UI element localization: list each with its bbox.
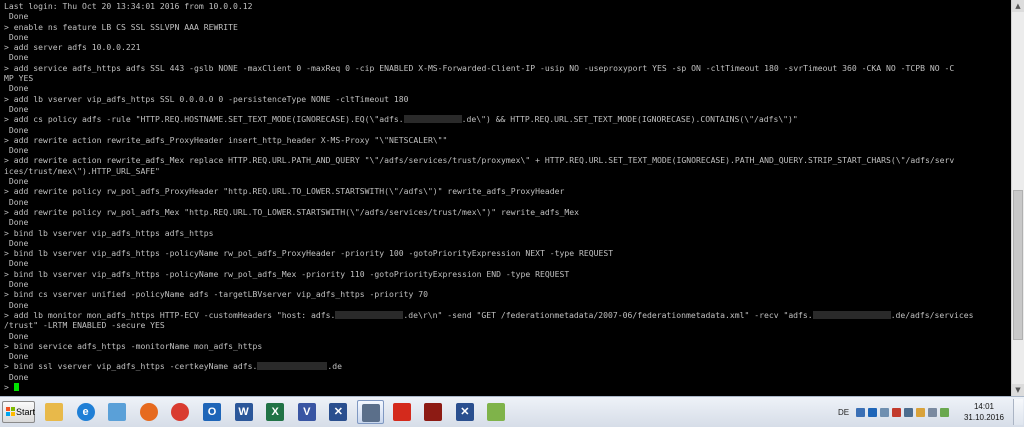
taskbar-button[interactable]: ✕ <box>452 400 479 424</box>
tray-monitor-icon[interactable] <box>880 408 889 417</box>
system-clock[interactable]: 14:01 31.10.2016 <box>960 401 1008 423</box>
redacted-text <box>257 362 328 371</box>
terminal-line: > add rewrite policy rw_pol_adfs_ProxyHe… <box>4 186 565 197</box>
tray-app-icon[interactable] <box>856 408 865 417</box>
excel-icon: X <box>266 403 285 421</box>
terminal-line: Done <box>4 124 29 135</box>
word-icon: W <box>234 403 253 421</box>
chart-tool-icon <box>487 403 506 421</box>
taskbar-button[interactable] <box>483 400 510 424</box>
terminal-line: > bind cs vserver unified -policyName ad… <box>4 289 428 300</box>
internet-explorer-icon: e <box>76 403 95 421</box>
terminal-line: Done <box>4 83 29 94</box>
scrollbar-thumb[interactable] <box>1013 190 1023 340</box>
taskbar-button[interactable] <box>41 400 68 424</box>
terminal-line: Done <box>4 52 29 63</box>
tray-network-icon[interactable] <box>904 408 913 417</box>
terminal-line: Done <box>4 196 29 207</box>
terminal-line: > add rewrite action rewrite_adfs_Mex re… <box>4 155 955 166</box>
input-language-indicator[interactable]: DE <box>838 408 849 417</box>
taskbar-button[interactable] <box>389 400 416 424</box>
terminal-line: > <box>4 382 1011 392</box>
terminal-output: Last login: Thu Oct 20 13:34:01 2016 fro… <box>0 0 1011 392</box>
taskbar-button[interactable]: e <box>73 400 100 424</box>
putty-icon <box>362 404 380 422</box>
terminal-line: > add server adfs 10.0.0.221 <box>4 42 141 53</box>
outlook-icon: O <box>203 403 221 421</box>
terminal-line: Done <box>4 351 29 362</box>
taskbar-button[interactable]: O <box>199 400 226 424</box>
terminal-line: Done <box>4 330 29 341</box>
terminal-line: Done <box>4 258 29 269</box>
terminal-line: Done <box>4 103 29 114</box>
file-explorer-icon <box>45 403 63 421</box>
terminal-line: > add lb vserver vip_adfs_https SSL 0.0.… <box>4 93 409 104</box>
terminal-line: > bind lb vserver vip_adfs_https -policy… <box>4 248 614 259</box>
terminal-line: Done <box>4 145 29 156</box>
visio-icon: V <box>297 403 316 421</box>
terminal-line: Done <box>4 299 29 310</box>
scroll-down-icon[interactable]: ▼ <box>1012 384 1024 396</box>
terminal-line: Done <box>4 11 29 22</box>
citrix-xenapp-icon: ✕ <box>455 403 474 421</box>
terminal-line: > enable ns feature LB CS SSL SSLVPN AAA… <box>4 21 238 32</box>
terminal-line: Done <box>4 237 29 248</box>
redacted-text <box>335 310 404 319</box>
start-button[interactable]: Start <box>2 401 35 423</box>
terminal-line: MP YES <box>4 73 34 84</box>
redacted-text <box>812 310 891 319</box>
taskbar-button[interactable]: W <box>231 400 258 424</box>
firefox-icon <box>139 403 158 421</box>
terminal-line: > add cs policy adfs -rule "HTTP.REQ.HOS… <box>4 114 798 125</box>
terminal-line: /trust" -LRTM ENABLED -secure YES <box>4 320 165 331</box>
tray-outlook-icon[interactable] <box>868 408 877 417</box>
taskbar-button[interactable] <box>357 400 384 424</box>
windows-logo-icon <box>6 407 15 416</box>
terminal-line: > bind service adfs_https -monitorName m… <box>4 340 263 351</box>
terminal-line: Done <box>4 176 29 187</box>
tray-security-icon[interactable] <box>892 408 901 417</box>
network-tool-icon <box>108 403 127 421</box>
terminal-line: ices/trust/mex\").HTTP_URL_SAFE" <box>4 165 160 176</box>
terminal-line: > bind lb vserver vip_adfs_https -policy… <box>4 268 570 279</box>
terminal-line: > add rewrite action rewrite_adfs_ProxyH… <box>4 134 448 145</box>
terminal-line: > add service adfs_https adfs SSL 443 -g… <box>4 62 955 73</box>
clock-date: 31.10.2016 <box>963 413 1005 422</box>
scroll-up-icon[interactable]: ▲ <box>1012 0 1024 12</box>
terminal-line: > bind ssl vserver vip_adfs_https -certk… <box>4 361 343 372</box>
terminal-line: > bind lb vserver vip_adfs_https adfs_ht… <box>4 227 214 238</box>
acrobat-icon <box>424 403 443 421</box>
citrix-receiver-icon: ✕ <box>329 403 348 421</box>
terminal-line: > add rewrite policy rw_pol_adfs_Mex "ht… <box>4 206 579 217</box>
taskbar-button[interactable]: X <box>262 400 289 424</box>
terminal-line: Done <box>4 31 29 42</box>
taskbar: Start e O W X V ✕ ✕ DE 14:01 31.10.2016 <box>0 396 1024 427</box>
terminal-line: Last login: Thu Oct 20 13:34:01 2016 fro… <box>4 1 253 11</box>
terminal-cursor <box>13 382 19 391</box>
taskbar-button[interactable] <box>104 400 131 424</box>
tray-volume-icon[interactable] <box>928 408 937 417</box>
start-label: Start <box>16 407 36 417</box>
tray-flag-icon[interactable] <box>916 408 925 417</box>
terminal-line: Done <box>4 279 29 290</box>
terminal-line: Done <box>4 371 29 382</box>
terminal-line: > add lb monitor mon_adfs_https HTTP-ECV… <box>4 309 974 320</box>
taskbar-button[interactable]: ✕ <box>325 400 352 424</box>
taskbar-button[interactable] <box>420 400 447 424</box>
chrome-icon <box>171 403 190 421</box>
tray-battery-icon[interactable] <box>940 408 949 417</box>
taskbar-button[interactable] <box>167 400 194 424</box>
taskbar-button[interactable] <box>136 400 163 424</box>
show-desktop-button[interactable] <box>1013 399 1023 425</box>
taskbar-button[interactable]: V <box>294 400 321 424</box>
redacted-text <box>403 115 462 124</box>
clock-time: 14:01 <box>973 402 995 411</box>
terminal-line: Done <box>4 217 29 228</box>
terminal-window[interactable]: Last login: Thu Oct 20 13:34:01 2016 fro… <box>0 0 1011 396</box>
acrobat-reader-icon <box>392 403 411 421</box>
terminal-scrollbar[interactable]: ▲ ▼ <box>1011 0 1024 396</box>
